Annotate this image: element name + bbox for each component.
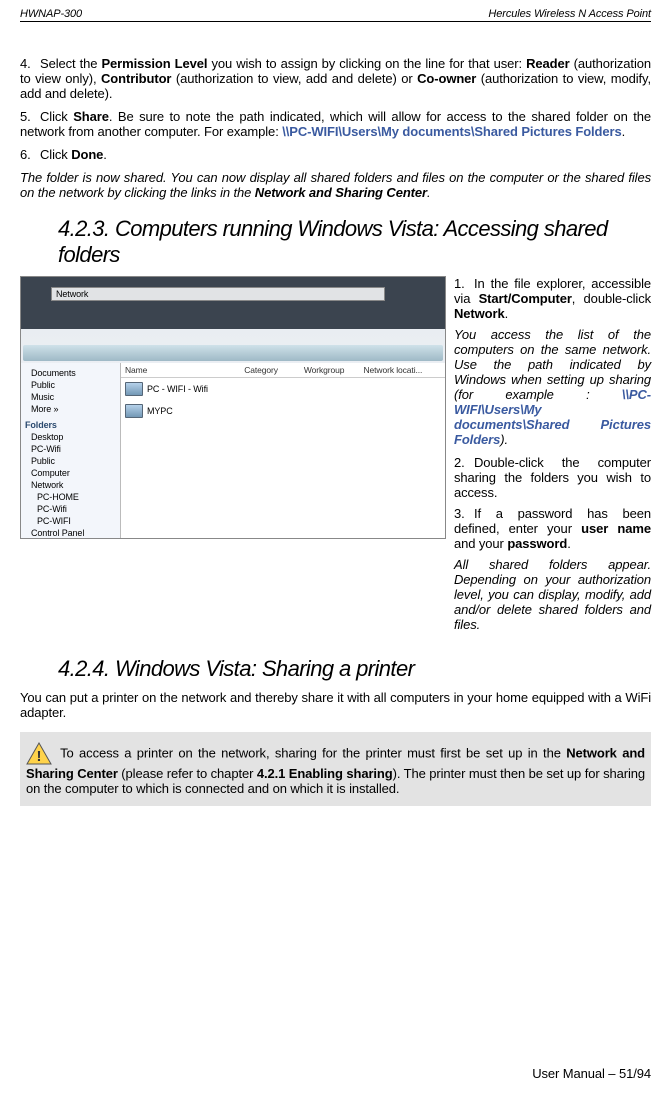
rc-step-3: 3.If a password has been defined, enter … <box>454 506 651 551</box>
steps-list: 4.Select the Permission Level you wish t… <box>20 56 651 162</box>
step-num: 6. <box>20 147 40 162</box>
note-paragraph: The folder is now shared. You can now di… <box>20 170 651 200</box>
text: and your <box>454 536 507 551</box>
header-right: Hercules Wireless N Access Point <box>488 8 651 20</box>
text-bold: Start/Computer <box>479 291 572 306</box>
computer-icon <box>125 404 143 418</box>
text: (authorization to view, add and delete) … <box>171 71 417 86</box>
left-item: Music <box>23 391 118 403</box>
right-column: 1.In the file explorer, accessible via S… <box>454 276 651 640</box>
text-bold: Reader <box>526 56 569 71</box>
list-item: MYPC <box>121 400 445 422</box>
main-pane: Name Category Workgroup Network locati..… <box>121 363 445 538</box>
left-item: Desktop <box>23 431 118 443</box>
left-pane: Documents Public Music More » Folders De… <box>21 363 121 538</box>
text: you wish to assign by clicking on the li… <box>207 56 526 71</box>
rc-step-2: 2.Double-click the computer sharing the … <box>454 455 651 500</box>
text: . <box>505 306 509 321</box>
step-num: 2. <box>454 455 474 470</box>
italic-note: You access the list of the computers on … <box>454 327 651 447</box>
left-item: Documents <box>23 367 118 379</box>
left-header: Folders <box>23 419 118 431</box>
text: , double-click <box>572 291 651 306</box>
header-left: HWNAP-300 <box>20 8 82 20</box>
text: Select the <box>40 56 101 71</box>
italic-note: All shared folders appear. Depending on … <box>454 557 651 632</box>
left-item: Control Panel <box>23 527 118 539</box>
text: . <box>103 147 107 162</box>
left-item: PC-Wifi <box>23 503 118 515</box>
item-label: MYPC <box>147 406 173 416</box>
step-num: 3. <box>454 506 474 521</box>
toolbar <box>23 345 443 361</box>
computer-icon <box>125 382 143 396</box>
left-item: Public <box>23 455 118 467</box>
text-bold: Contributor <box>101 71 171 86</box>
left-item: More » <box>23 403 118 415</box>
text-bold: Network and Sharing Center <box>255 185 427 200</box>
paragraph: You can put a printer on the network and… <box>20 690 651 720</box>
left-item: Network <box>23 479 118 491</box>
col: Category <box>244 365 304 375</box>
text: Double-click the computer sharing the fo… <box>454 455 651 500</box>
text-bold: password <box>507 536 567 551</box>
step-6: 6.Click Done. <box>20 147 651 162</box>
step-5: 5.Click Share. Be sure to note the path … <box>20 109 651 139</box>
rc-step-1: 1.In the file explorer, accessible via S… <box>454 276 651 321</box>
breadcrumb: Network <box>51 287 385 301</box>
text-bold: Share <box>73 109 109 124</box>
step-num: 5. <box>20 109 40 124</box>
text: . <box>622 124 626 139</box>
step-num: 1. <box>454 276 474 291</box>
text-bold: Permission Level <box>101 56 207 71</box>
text: To access a printer on the network, shar… <box>55 745 566 760</box>
text: Click <box>40 147 71 162</box>
screenshot-explorer: Network Documents Public Music More » Fo… <box>20 276 446 539</box>
text: ). <box>500 432 508 447</box>
col: Name <box>125 365 244 375</box>
text-bold: Network <box>454 306 505 321</box>
section-heading-423: 4.2.3. Computers running Windows Vista: … <box>58 216 651 268</box>
two-column-section: Network Documents Public Music More » Fo… <box>20 276 651 640</box>
left-item: Computer <box>23 467 118 479</box>
left-item: PC-WIFI <box>23 515 118 527</box>
list-item: PC - WIFI - Wifi <box>121 378 445 400</box>
text: Click <box>40 109 73 124</box>
step-num: 4. <box>20 56 40 71</box>
left-item: PC-HOME <box>23 491 118 503</box>
text: . <box>567 536 571 551</box>
page-footer: User Manual – 51/94 <box>532 1066 651 1081</box>
text-bold: Done <box>71 147 103 162</box>
text-bold: user name <box>581 521 651 536</box>
text: (please refer to chapter <box>118 766 257 781</box>
text-bold: 4.2.1 Enabling sharing <box>257 766 393 781</box>
warning-note: ! To access a printer on the network, sh… <box>20 732 651 806</box>
col: Network locati... <box>364 365 442 375</box>
path-text: \\PC-WIFI\Users\My documents\Shared Pict… <box>282 124 621 139</box>
text-bold: Co-owner <box>417 71 476 86</box>
left-item: Public <box>23 379 118 391</box>
warning-icon: ! <box>26 742 52 766</box>
step-4: 4.Select the Permission Level you wish t… <box>20 56 651 101</box>
column-headers: Name Category Workgroup Network locati..… <box>121 363 445 378</box>
section-heading-424: 4.2.4. Windows Vista: Sharing a printer <box>58 656 651 682</box>
left-item: PC-Wifi <box>23 443 118 455</box>
text: . <box>427 185 431 200</box>
svg-text:!: ! <box>37 748 42 765</box>
col: Workgroup <box>304 365 364 375</box>
item-label: PC - WIFI - Wifi <box>147 384 208 394</box>
